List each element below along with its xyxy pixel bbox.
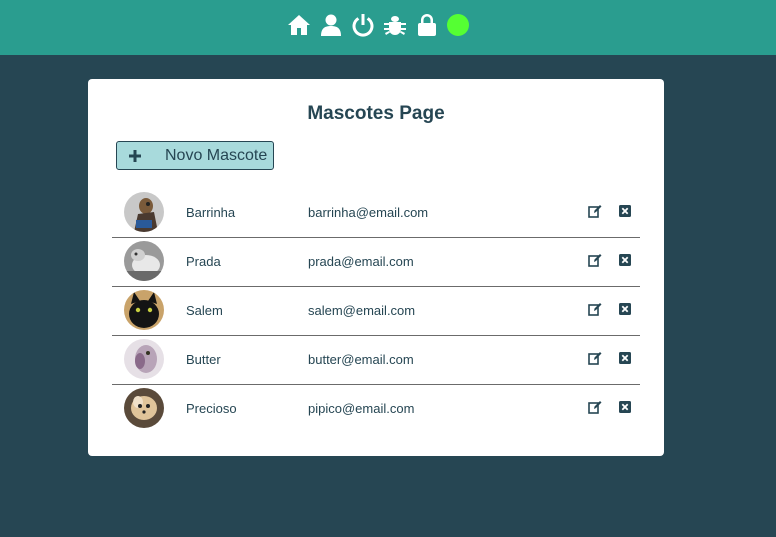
pets-card: Mascotes Page Novo Mascote Barrinha barr… [88, 79, 664, 456]
avatar [124, 241, 164, 281]
delete-icon[interactable] [618, 204, 632, 218]
status-indicator [447, 14, 469, 36]
lock-icon[interactable] [414, 12, 440, 38]
avatar [124, 290, 164, 330]
power-icon[interactable] [350, 12, 376, 38]
nav-icons [286, 11, 469, 39]
pet-email: barrinha@email.com [308, 205, 429, 220]
list-item: Precioso pipico@email.com [112, 385, 640, 433]
top-navbar [0, 0, 776, 55]
pet-name: Barrinha [186, 205, 236, 220]
list-item: Butter butter@email.com [112, 336, 640, 385]
edit-icon[interactable] [588, 400, 602, 414]
edit-icon[interactable] [588, 302, 602, 316]
delete-icon[interactable] [618, 302, 632, 316]
pet-name: Precioso [186, 401, 237, 416]
pet-email: pipico@email.com [308, 401, 415, 416]
home-icon[interactable] [286, 12, 312, 38]
avatar [124, 388, 164, 428]
list-item: Barrinha barrinha@email.com [112, 189, 640, 238]
user-icon[interactable] [318, 12, 344, 38]
pets-list: Barrinha barrinha@email.com Prada prada@… [112, 189, 640, 433]
pet-name: Prada [186, 254, 221, 269]
pet-name: Butter [186, 352, 221, 367]
edit-icon[interactable] [588, 204, 602, 218]
edit-icon[interactable] [588, 351, 602, 365]
edit-icon[interactable] [588, 253, 602, 267]
list-item: Prada prada@email.com [112, 238, 640, 287]
avatar [124, 339, 164, 379]
delete-icon[interactable] [618, 253, 632, 267]
pet-email: salem@email.com [308, 303, 416, 318]
pet-email: butter@email.com [308, 352, 414, 367]
list-item: Salem salem@email.com [112, 287, 640, 336]
plus-icon [128, 149, 142, 163]
avatar [124, 192, 164, 232]
pet-email: prada@email.com [308, 254, 414, 269]
delete-icon[interactable] [618, 400, 632, 414]
pet-name: Salem [186, 303, 223, 318]
bug-icon[interactable] [382, 12, 408, 38]
new-pet-button[interactable]: Novo Mascote [116, 141, 274, 170]
delete-icon[interactable] [618, 351, 632, 365]
page-title: Mascotes Page [307, 103, 445, 124]
new-pet-button-label: Novo Mascote [165, 146, 268, 164]
